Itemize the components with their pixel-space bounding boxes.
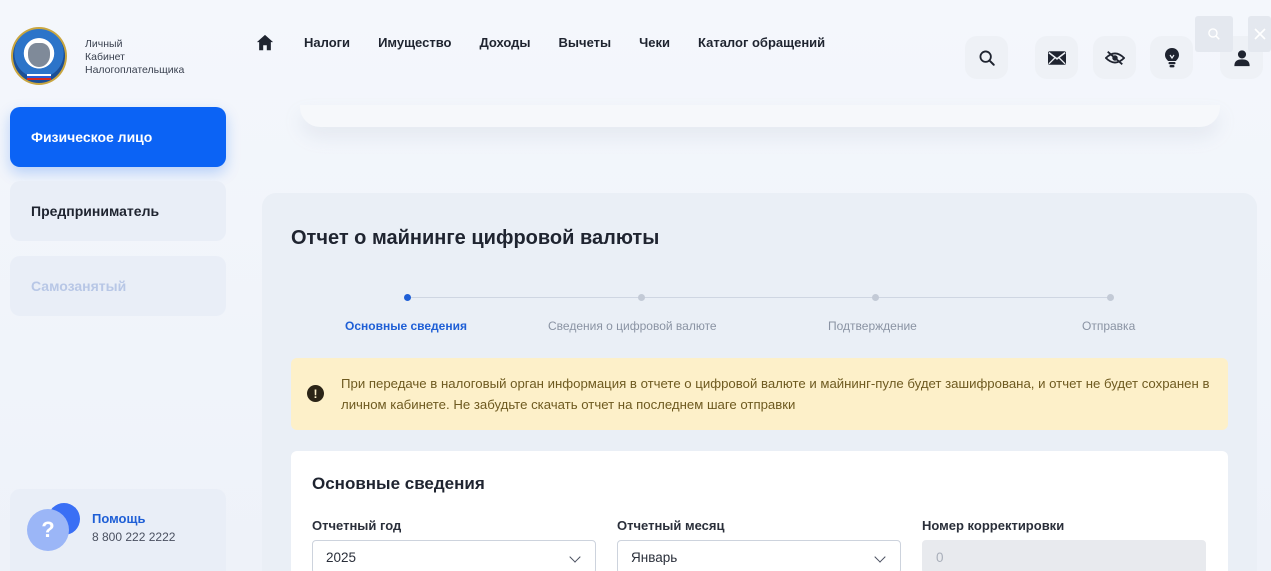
home-icon[interactable] bbox=[256, 34, 274, 52]
sidebar-item-individual[interactable]: Физическое лицо bbox=[10, 107, 226, 167]
month-value: Январь bbox=[631, 550, 678, 565]
nav-income[interactable]: Доходы bbox=[479, 35, 530, 50]
accessibility-button[interactable] bbox=[1093, 36, 1136, 79]
nav-requests-catalog[interactable]: Каталог обращений bbox=[698, 35, 825, 50]
zoom-button[interactable] bbox=[1195, 16, 1233, 52]
sidebar-item-label: Предприниматель bbox=[31, 203, 160, 219]
step-basic-info[interactable]: Основные сведения bbox=[345, 319, 467, 333]
month-label: Отчетный месяц bbox=[617, 518, 725, 533]
header-shadow-strip bbox=[300, 105, 1220, 127]
user-icon bbox=[1233, 49, 1250, 66]
sidebar-item-entrepreneur[interactable]: Предприниматель bbox=[10, 181, 226, 241]
zoom-icon bbox=[1208, 28, 1220, 40]
step-dot-1 bbox=[404, 294, 411, 301]
correction-value: 0 bbox=[936, 550, 944, 565]
header: Личный Кабинет Налогоплательщика Налоги … bbox=[0, 0, 1271, 105]
envelope-icon bbox=[1047, 50, 1066, 65]
correction-number-field: 0 bbox=[922, 540, 1206, 571]
sidebar-item-label: Самозанятый bbox=[31, 278, 127, 294]
brand-line-1: Личный bbox=[85, 38, 123, 50]
search-button[interactable] bbox=[965, 36, 1008, 79]
month-select[interactable]: Январь bbox=[617, 540, 901, 571]
year-select[interactable]: 2025 bbox=[312, 540, 596, 571]
step-confirmation[interactable]: Подтверждение bbox=[828, 319, 917, 333]
notice-text: При передаче в налоговый орган информаци… bbox=[341, 376, 1210, 412]
step-currency-info[interactable]: Сведения о цифровой валюте bbox=[548, 319, 717, 333]
brand-line-3: Налогоплательщика bbox=[85, 64, 185, 76]
sidebar-item-self-employed[interactable]: Самозанятый bbox=[10, 256, 226, 316]
close-button[interactable] bbox=[1248, 16, 1271, 52]
warning-notice: ! При передаче в налоговый орган информа… bbox=[291, 358, 1228, 430]
help-title[interactable]: Помощь bbox=[92, 511, 145, 526]
messages-button[interactable] bbox=[1035, 36, 1078, 79]
help-block[interactable]: ? Помощь 8 800 222 2222 bbox=[10, 489, 226, 571]
year-value: 2025 bbox=[326, 550, 357, 565]
basic-info-card: Основные сведения Отчетный год 2025 Отче… bbox=[291, 451, 1228, 571]
page-title: Отчет о майнинге цифровой валюты bbox=[291, 227, 660, 249]
section-title: Основные сведения bbox=[312, 474, 485, 493]
year-label: Отчетный год bbox=[312, 518, 402, 533]
stepper-line bbox=[408, 297, 1111, 298]
eagle-icon bbox=[28, 43, 50, 67]
brand-text[interactable]: Личный Кабинет Налогоплательщика bbox=[85, 38, 184, 77]
brand-line-2: Кабинет bbox=[85, 51, 125, 63]
close-icon bbox=[1253, 28, 1266, 40]
fns-emblem-logo[interactable] bbox=[11, 27, 67, 85]
main-nav: Налоги Имущество Доходы Вычеты Чеки Ката… bbox=[304, 35, 825, 50]
warning-icon: ! bbox=[307, 385, 324, 402]
correction-label: Номер корректировки bbox=[922, 518, 1065, 533]
help-question-icon: ? bbox=[27, 509, 69, 551]
chevron-down-icon bbox=[569, 551, 581, 563]
tips-button[interactable] bbox=[1150, 36, 1193, 79]
step-sending[interactable]: Отправка bbox=[1082, 319, 1135, 333]
eye-slash-icon bbox=[1104, 50, 1125, 65]
step-dot-4 bbox=[1107, 294, 1114, 301]
step-dot-2 bbox=[638, 294, 645, 301]
sidebar-item-label: Физическое лицо bbox=[31, 129, 153, 145]
lightbulb-icon bbox=[1164, 47, 1179, 67]
nav-deductions[interactable]: Вычеты bbox=[559, 35, 612, 50]
flag-icon bbox=[27, 74, 51, 80]
help-phone: 8 800 222 2222 bbox=[92, 530, 176, 544]
chevron-down-icon bbox=[874, 551, 886, 563]
nav-receipts[interactable]: Чеки bbox=[639, 35, 670, 50]
nav-property[interactable]: Имущество bbox=[378, 35, 451, 50]
step-dot-3 bbox=[872, 294, 879, 301]
search-icon bbox=[979, 50, 995, 66]
nav-taxes[interactable]: Налоги bbox=[304, 35, 350, 50]
